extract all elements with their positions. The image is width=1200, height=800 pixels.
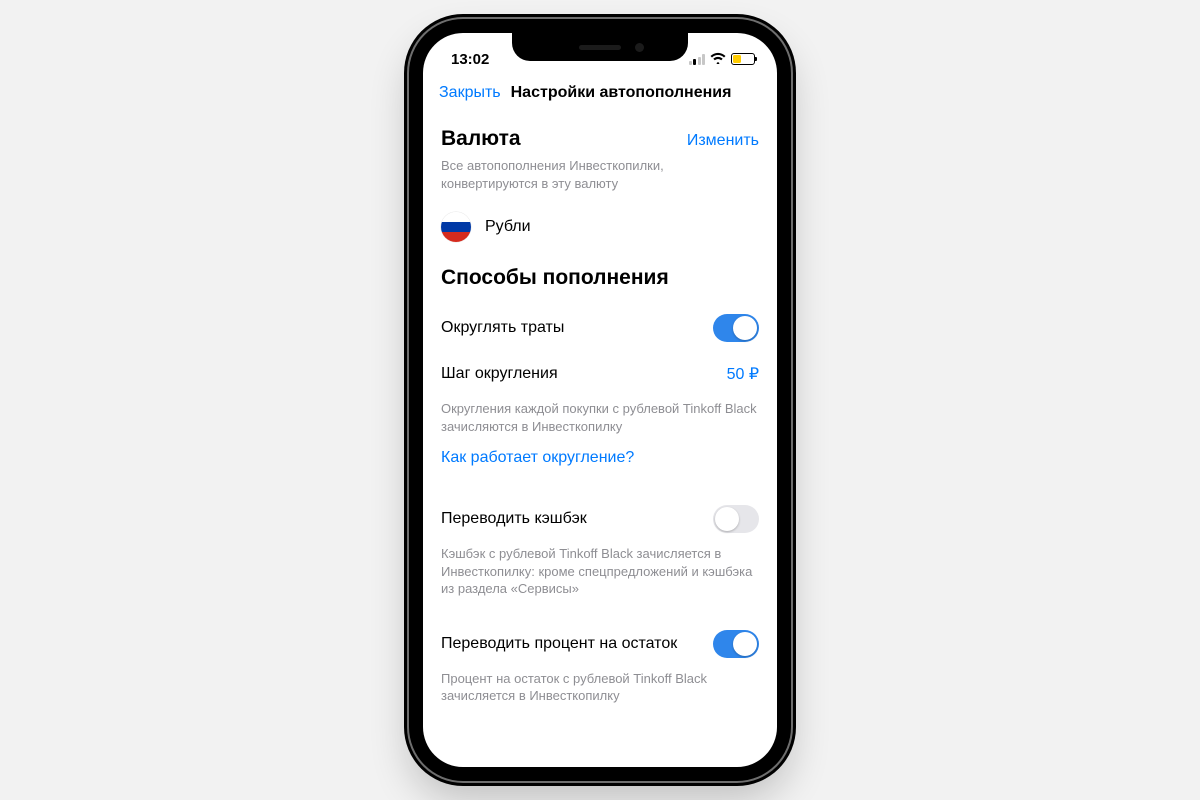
cashback-toggle[interactable]	[713, 505, 759, 533]
rounding-row: Округлять траты	[441, 308, 759, 348]
battery-icon	[731, 53, 755, 65]
flag-ru-icon	[441, 212, 471, 242]
cashback-label: Переводить кэшбэк	[441, 510, 587, 528]
notch	[512, 33, 688, 61]
rounding-step-value: 50 ₽	[727, 364, 759, 384]
close-button[interactable]: Закрыть	[439, 84, 501, 102]
nav-bar: Закрыть Настройки автопополнения	[423, 73, 777, 113]
rounding-description: Округления каждой покупки с рублевой Tin…	[441, 400, 759, 435]
interest-toggle[interactable]	[713, 630, 759, 658]
cashback-description: Кэшбэк с рублевой Tinkoff Black зачисляе…	[441, 545, 759, 598]
content: Валюта Изменить Все автопополнения Инвес…	[423, 113, 777, 767]
rounding-step-row[interactable]: Шаг округления 50 ₽	[441, 354, 759, 394]
rounding-label: Округлять траты	[441, 319, 564, 337]
interest-row: Переводить процент на остаток	[441, 624, 759, 664]
methods-heading: Способы пополнения	[441, 266, 759, 290]
rounding-help-link[interactable]: Как работает округление?	[441, 449, 759, 467]
currency-change-link[interactable]: Изменить	[687, 132, 759, 150]
wifi-icon	[710, 51, 726, 68]
interest-description: Процент на остаток с рублевой Tinkoff Bl…	[441, 670, 759, 705]
currency-name: Рубли	[485, 218, 531, 236]
phone-frame: 13:02 Закрыть Настройки автопополнения В…	[409, 19, 791, 781]
status-time: 13:02	[451, 51, 489, 68]
rounding-toggle[interactable]	[713, 314, 759, 342]
cellular-signal-icon	[689, 54, 706, 65]
nav-title: Настройки автопополнения	[511, 84, 732, 102]
currency-row[interactable]: Рубли	[441, 212, 759, 242]
cashback-row: Переводить кэшбэк	[441, 499, 759, 539]
interest-label: Переводить процент на остаток	[441, 635, 677, 653]
screen: 13:02 Закрыть Настройки автопополнения В…	[423, 33, 777, 767]
currency-heading: Валюта	[441, 127, 521, 151]
rounding-step-label: Шаг округления	[441, 365, 558, 383]
currency-description: Все автопополнения Инвесткопилки, конвер…	[441, 157, 759, 192]
